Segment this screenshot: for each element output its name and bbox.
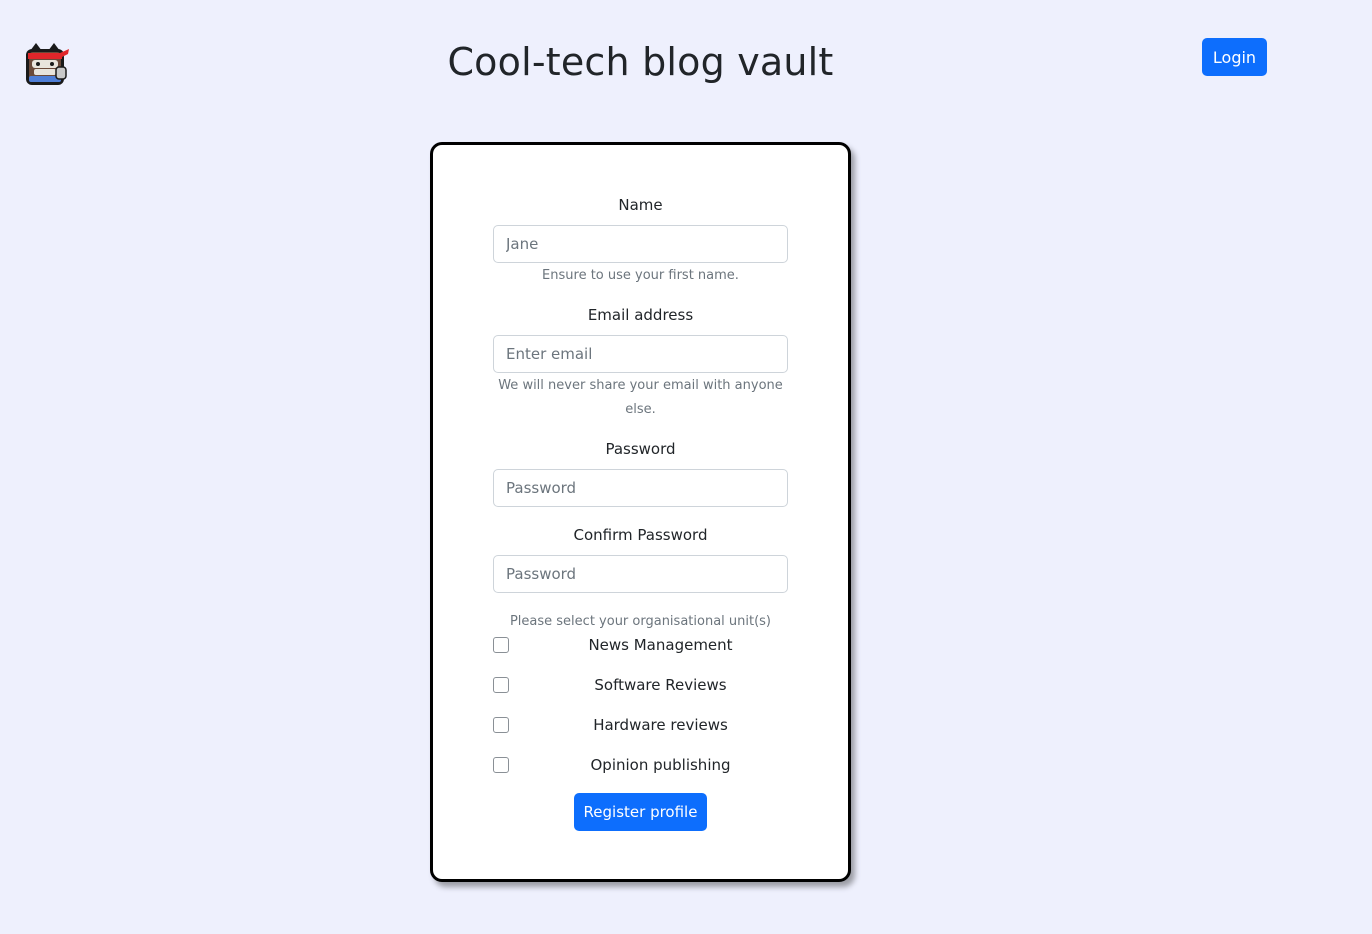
register-profile-button[interactable]: Register profile (574, 793, 707, 831)
software-reviews-label: Software Reviews (594, 676, 727, 694)
news-management-checkbox[interactable] (493, 637, 509, 653)
hardware-reviews-label: Hardware reviews (593, 716, 728, 734)
confirm-password-label: Confirm Password (573, 526, 708, 544)
opinion-publishing-checkbox[interactable] (493, 757, 509, 773)
software-reviews-checkbox[interactable] (493, 677, 509, 693)
unit-option-hardware-reviews[interactable]: Hardware reviews (493, 716, 788, 736)
unit-option-news-management[interactable]: News Management (493, 636, 788, 656)
unit-option-software-reviews[interactable]: Software Reviews (493, 676, 788, 696)
password-label: Password (605, 440, 676, 458)
unit-option-opinion-publishing[interactable]: Opinion publishing (493, 756, 788, 776)
registration-card: Name Ensure to use your first name. Emai… (430, 142, 851, 882)
news-management-label: News Management (588, 636, 733, 654)
units-note: Please select your organisational unit(s… (509, 614, 772, 629)
password-input[interactable] (493, 469, 788, 507)
email-input[interactable] (493, 335, 788, 373)
name-input[interactable] (493, 225, 788, 263)
name-help-text: Ensure to use your first name. (542, 268, 739, 283)
email-label: Email address (587, 306, 694, 324)
login-button[interactable]: Login (1202, 38, 1267, 76)
email-help-text: We will never share your email with anyo… (498, 378, 783, 417)
confirm-password-input[interactable] (493, 555, 788, 593)
page-title: Cool-tech blog vault (447, 40, 834, 84)
name-label: Name (618, 196, 663, 214)
opinion-publishing-label: Opinion publishing (590, 756, 731, 774)
hardware-reviews-checkbox[interactable] (493, 717, 509, 733)
